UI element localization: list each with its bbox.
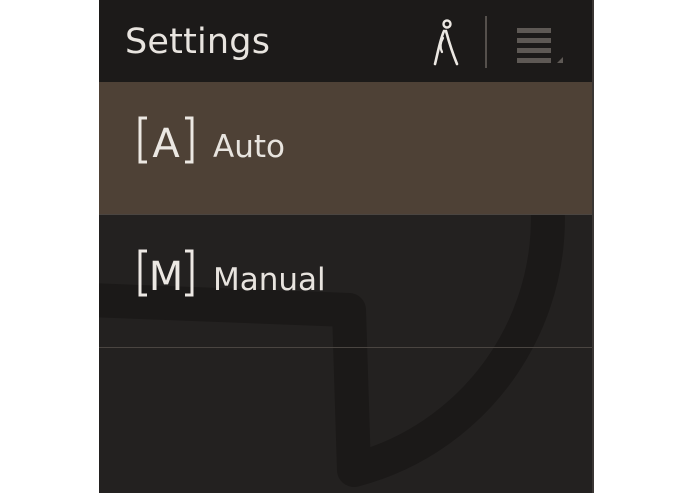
pedestrian-icon[interactable] — [429, 18, 463, 68]
manual-mode-icon: M — [138, 249, 194, 298]
header-bar: Settings — [99, 0, 592, 82]
menu-item-label: Auto — [213, 129, 285, 165]
page-title: Settings — [125, 22, 271, 62]
hamburger-menu-icon[interactable] — [511, 22, 565, 68]
menu-item-auto[interactable]: A Auto — [99, 82, 592, 214]
divider — [99, 347, 592, 348]
auto-badge-letter: A — [152, 121, 180, 165]
header-divider — [485, 16, 487, 68]
settings-panel: Settings A Auto M Manual — [99, 0, 594, 493]
menu-item-label: Manual — [213, 262, 326, 298]
menu-item-manual[interactable]: M Manual — [99, 215, 592, 347]
manual-badge-letter: M — [149, 254, 184, 298]
auto-mode-icon: A — [138, 116, 194, 165]
